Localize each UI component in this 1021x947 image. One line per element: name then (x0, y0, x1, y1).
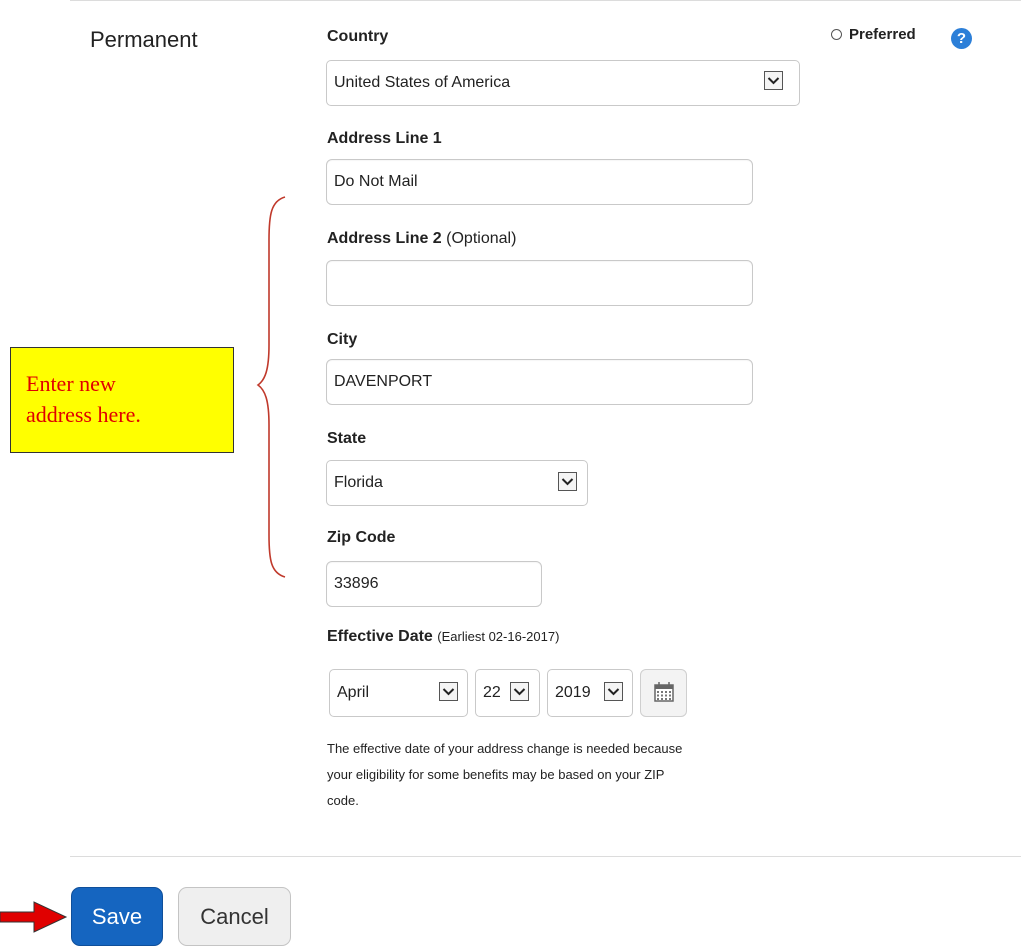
annotation-line-1: Enter new (26, 371, 116, 396)
month-select[interactable]: April (329, 669, 468, 717)
month-value: April (337, 684, 370, 701)
state-label: State (327, 430, 367, 447)
effective-date-label: Effective Date (Earliest 02-16-2017) (327, 628, 559, 646)
preferred-label: Preferred (849, 26, 916, 43)
calendar-icon (654, 682, 674, 702)
day-select[interactable]: 22 (475, 669, 540, 717)
bottom-divider (70, 856, 1021, 857)
address2-input[interactable] (326, 260, 753, 306)
chevron-down-icon[interactable] (764, 71, 783, 90)
effective-date-label-text: Effective Date (327, 628, 433, 645)
preferred-option[interactable]: Preferred ? (830, 26, 980, 51)
chevron-down-icon[interactable] (510, 682, 529, 701)
country-label: Country (327, 28, 389, 45)
chevron-down-icon[interactable] (558, 472, 577, 491)
help-icon[interactable]: ? (951, 28, 972, 49)
earliest-date-text: (Earliest 02-16-2017) (437, 629, 560, 644)
annotation-line-2: address here. (26, 402, 141, 427)
address2-optional-text: (Optional) (446, 230, 517, 247)
city-label: City (327, 331, 358, 348)
country-value: United States of America (334, 74, 511, 91)
city-input[interactable]: DAVENPORT (326, 359, 753, 405)
day-value: 22 (483, 684, 501, 701)
note-line-1: The effective date of your address chang… (327, 741, 683, 756)
state-value: Florida (334, 474, 383, 491)
preferred-radio[interactable] (831, 29, 842, 40)
effective-date-note: The effective date of your address chang… (327, 736, 807, 814)
chevron-down-icon[interactable] (439, 682, 458, 701)
cancel-button[interactable]: Cancel (178, 887, 291, 946)
chevron-down-icon[interactable] (604, 682, 623, 701)
zip-input[interactable]: 33896 (326, 561, 542, 607)
top-divider (70, 0, 1021, 1)
save-button[interactable]: Save (71, 887, 163, 946)
address1-input[interactable]: Do Not Mail (326, 159, 753, 205)
address2-label-text: Address Line 2 (327, 230, 442, 247)
zip-label: Zip Code (327, 529, 396, 546)
year-select[interactable]: 2019 (547, 669, 633, 717)
state-select[interactable]: Florida (326, 460, 588, 506)
note-line-3: code. (327, 793, 359, 808)
address2-label: Address Line 2 (Optional) (327, 230, 516, 248)
annotation-brace (256, 196, 286, 578)
note-line-2: your eligibility for some benefits may b… (327, 767, 665, 782)
country-select[interactable]: United States of America (326, 60, 800, 106)
calendar-button[interactable] (640, 669, 687, 717)
address-type-label: Permanent (90, 27, 198, 52)
arrow-pointer-icon (0, 901, 68, 933)
address1-label: Address Line 1 (327, 130, 442, 147)
annotation-callout: Enter new address here. (10, 347, 234, 453)
year-value: 2019 (555, 684, 591, 701)
